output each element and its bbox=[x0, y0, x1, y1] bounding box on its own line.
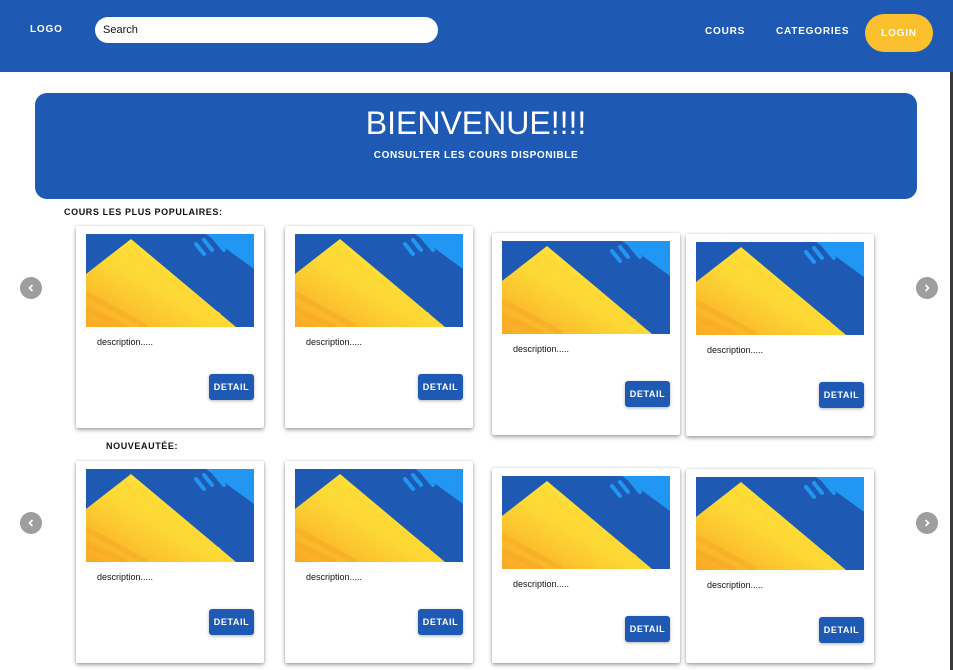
carousel-next-new[interactable] bbox=[916, 512, 938, 534]
course-thumbnail-icon bbox=[696, 477, 864, 570]
card-description: description..... bbox=[306, 337, 363, 347]
detail-button[interactable]: DETAIL bbox=[209, 374, 254, 400]
card-description: description..... bbox=[513, 579, 570, 589]
nav-link-categories[interactable]: CATEGORIES bbox=[776, 26, 849, 37]
section-title-new: NOUVEAUTÉE: bbox=[106, 441, 179, 451]
course-card: description..... DETAIL bbox=[492, 468, 680, 663]
course-card: description..... DETAIL bbox=[285, 461, 473, 663]
detail-button[interactable]: DETAIL bbox=[625, 381, 670, 407]
hero-title: BIENVENUE!!!! bbox=[365, 105, 587, 141]
course-image bbox=[295, 469, 463, 562]
nav-link-cours[interactable]: COURS bbox=[705, 26, 745, 37]
login-button[interactable]: LOGIN bbox=[865, 14, 933, 52]
course-card: description..... DETAIL bbox=[285, 226, 473, 428]
card-description: description..... bbox=[97, 572, 154, 582]
course-thumbnail-icon bbox=[502, 476, 670, 569]
course-image bbox=[696, 477, 864, 570]
search-input[interactable] bbox=[95, 17, 438, 43]
course-thumbnail-icon bbox=[86, 469, 254, 562]
chevron-left-icon bbox=[28, 284, 34, 292]
card-description: description..... bbox=[707, 345, 764, 355]
course-image bbox=[295, 234, 463, 327]
course-thumbnail-icon bbox=[86, 234, 254, 327]
section-title-popular: COURS LES PLUS POPULAIRES: bbox=[64, 207, 223, 217]
detail-button[interactable]: DETAIL bbox=[418, 609, 463, 635]
carousel-prev-popular[interactable] bbox=[20, 277, 42, 299]
course-image bbox=[86, 234, 254, 327]
card-description: description..... bbox=[707, 580, 764, 590]
course-thumbnail-icon bbox=[696, 242, 864, 335]
hero-banner: BIENVENUE!!!! CONSULTER LES COURS DISPON… bbox=[35, 93, 917, 199]
hero-subtitle: CONSULTER LES COURS DISPONIBLE bbox=[373, 150, 579, 161]
course-image bbox=[502, 241, 670, 334]
detail-button[interactable]: DETAIL bbox=[418, 374, 463, 400]
course-card: description..... DETAIL bbox=[492, 233, 680, 435]
navbar: LOGO COURS CATEGORIES LOGIN bbox=[0, 0, 953, 72]
card-description: description..... bbox=[306, 572, 363, 582]
course-card: description..... DETAIL bbox=[686, 234, 874, 436]
chevron-right-icon bbox=[924, 519, 930, 527]
chevron-right-icon bbox=[924, 284, 930, 292]
course-card: description..... DETAIL bbox=[686, 469, 874, 663]
logo[interactable]: LOGO bbox=[30, 24, 63, 35]
course-image bbox=[696, 242, 864, 335]
detail-button[interactable]: DETAIL bbox=[819, 382, 864, 408]
detail-button[interactable]: DETAIL bbox=[625, 616, 670, 642]
course-thumbnail-icon bbox=[295, 469, 463, 562]
course-image bbox=[502, 476, 670, 569]
card-description: description..... bbox=[97, 337, 154, 347]
course-card: description..... DETAIL bbox=[76, 461, 264, 663]
course-thumbnail-icon bbox=[295, 234, 463, 327]
detail-button[interactable]: DETAIL bbox=[819, 617, 864, 643]
detail-button[interactable]: DETAIL bbox=[209, 609, 254, 635]
course-card: description..... DETAIL bbox=[76, 226, 264, 428]
course-image bbox=[86, 469, 254, 562]
carousel-prev-new[interactable] bbox=[20, 512, 42, 534]
card-description: description..... bbox=[513, 344, 570, 354]
course-thumbnail-icon bbox=[502, 241, 670, 334]
carousel-next-popular[interactable] bbox=[916, 277, 938, 299]
chevron-left-icon bbox=[28, 519, 34, 527]
